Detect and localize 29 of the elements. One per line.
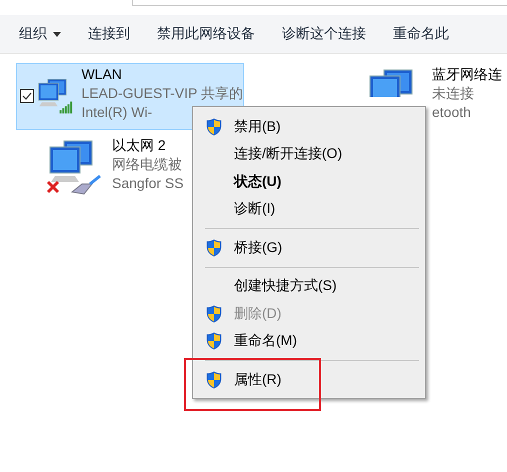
toolbar-button[interactable]: 诊断这个连接 [273,21,375,47]
shield-icon [206,118,222,136]
toolbar-button[interactable]: 组织 [10,21,70,47]
adapter-device: Sangfor SS [112,174,184,193]
toolbar-button[interactable]: 重命名此 [384,21,458,47]
adapter-name: WLAN [81,65,122,84]
adapter-name: 以太网 2 [112,136,166,155]
shield-icon [206,304,222,323]
adapter-device: Intel(R) Wi- [81,103,152,122]
shield-icon [206,370,222,389]
menu-item[interactable]: 创建快捷方式(S) [195,272,423,300]
menu-item[interactable]: 连接/断开连接(O) [195,140,423,168]
address-field[interactable] [132,0,507,6]
adapter-device: etooth [432,103,471,122]
toolbar-button[interactable]: 禁用此网络设备 [148,21,264,47]
menu-item[interactable]: 属性(R) [195,366,423,394]
menu-item[interactable]: 状态(U) [195,168,423,196]
adapter-name: 蓝牙网络连 [432,65,502,84]
caret-icon [53,32,61,36]
menu-item[interactable]: 桥接(G) [195,234,423,262]
shield-icon [206,238,222,257]
adapter-status: LEAD-GUEST-VIP 共享的 [81,84,243,103]
shield-icon [206,332,222,350]
menu-item[interactable]: 重命名(M) [195,328,423,355]
toolbar-button[interactable]: 连接到 [79,21,139,47]
adapter-status: 未连接 [432,84,474,103]
menu-item[interactable]: 诊断(I) [195,196,423,223]
checkbox[interactable] [20,89,34,103]
adapter-status: 网络电缆被 [112,155,182,174]
